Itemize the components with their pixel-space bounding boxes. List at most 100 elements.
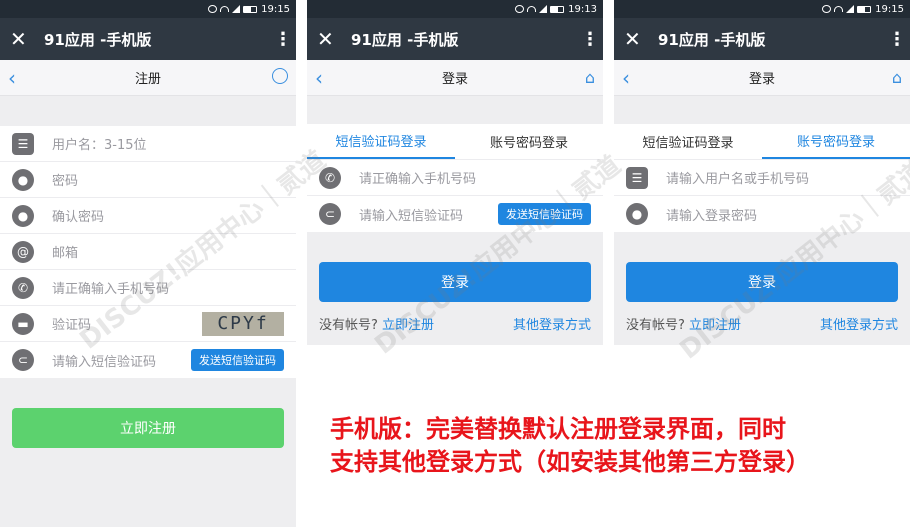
sms-placeholder: 请输入短信验证码 [52, 354, 157, 370]
home-icon[interactable]: ⌂ [880, 68, 902, 87]
tab-sms-login[interactable]: 短信验证码登录 [307, 124, 455, 159]
other-login-link[interactable]: 其他登录方式 [513, 314, 591, 333]
battery-icon [243, 5, 258, 13]
close-icon[interactable]: ✕ [317, 27, 351, 51]
status-icons [822, 5, 872, 13]
nav-bar: ‹ 注册 [0, 60, 296, 96]
login-account-form: ☰ 请输入用户名或手机号码 ● 请输入登录密码 [614, 160, 910, 232]
no-account-text: 没有帐号? [626, 318, 685, 333]
toggle-icon: ⊂ [12, 349, 34, 371]
send-sms-button[interactable]: 发送短信验证码 [498, 203, 591, 225]
status-time: 19:15 [261, 3, 290, 15]
tab-sms-login[interactable]: 短信验证码登录 [614, 124, 762, 159]
back-icon[interactable]: ‹ [8, 66, 30, 90]
register-screen: 19:15 ✕ 91应用 -手机版 ⋮ ‹ 注册 ☰ 用户名：3-15位 ● 密… [0, 0, 296, 527]
tab-account-login[interactable]: 账号密码登录 [762, 124, 910, 159]
status-time: 19:13 [568, 3, 597, 15]
register-form: ☰ 用户名：3-15位 ● 密码 ● 确认密码 @ 邮箱 ✆ 请正确输入手机号码… [0, 126, 296, 378]
password-placeholder: 密码 [52, 174, 79, 189]
nav-bar: ‹ 登录 ⌂ [307, 60, 603, 96]
captcha-placeholder: 验证码 [52, 318, 92, 333]
back-icon[interactable]: ‹ [622, 66, 644, 90]
password-field[interactable]: ● 请输入登录密码 [614, 196, 910, 232]
close-icon[interactable]: ✕ [10, 27, 44, 51]
status-icons [515, 5, 565, 13]
promo-caption: 手机版：完美替换默认注册登录界面，同时 支持其他登录方式（如安装其他第三方登录） [330, 413, 810, 479]
battery-icon [550, 5, 565, 13]
login-sms-form: ✆ 请正确输入手机号码 ⊂ 请输入短信验证码 发送短信验证码 [307, 160, 603, 232]
login-button[interactable]: 登录 [626, 262, 898, 302]
more-icon[interactable]: ⋮ [274, 29, 292, 50]
caption-line-1: 手机版：完美替换默认注册登录界面，同时 [330, 415, 786, 443]
status-bar: 19:15 [0, 0, 296, 18]
phone-icon: ✆ [319, 166, 341, 189]
nav-bar: ‹ 登录 ⌂ [614, 60, 910, 96]
sms-code-field[interactable]: ⊂ 请输入短信验证码 发送短信验证码 [307, 196, 603, 232]
wifi-icon [834, 6, 844, 12]
password-field[interactable]: ● 密码 [0, 162, 296, 198]
close-icon[interactable]: ✕ [624, 27, 658, 51]
captcha-field[interactable]: ▬ 验证码 CPYf [0, 306, 296, 342]
phone-field[interactable]: ✆ 请正确输入手机号码 [0, 270, 296, 306]
more-icon[interactable]: ⋮ [581, 29, 599, 50]
login-account-screen: 19:15 ✕ 91应用 -手机版 ⋮ ‹ 登录 ⌂ 短信验证码登录 账号密码登… [614, 0, 910, 345]
send-sms-button[interactable]: 发送短信验证码 [191, 349, 284, 371]
wifi-icon [527, 6, 537, 12]
lock-icon: ● [12, 168, 34, 191]
username-placeholder: 请输入用户名或手机号码 [666, 172, 810, 187]
page-title: 登录 [748, 72, 775, 87]
register-link[interactable]: 立即注册 [382, 318, 434, 333]
status-icons [208, 5, 258, 13]
more-icon[interactable]: ⋮ [888, 29, 906, 50]
signal-icon [539, 5, 548, 13]
other-login-link[interactable]: 其他登录方式 [820, 314, 898, 333]
home-icon[interactable]: ⌂ [573, 68, 595, 87]
confirm-password-placeholder: 确认密码 [52, 210, 105, 225]
username-placeholder: 用户名：3-15位 [52, 138, 147, 153]
username-field[interactable]: ☰ 用户名：3-15位 [0, 126, 296, 162]
lock-icon: ● [12, 204, 34, 227]
status-bar: 19:15 [614, 0, 910, 18]
login-links: 没有帐号? 立即注册 其他登录方式 [614, 302, 910, 333]
email-placeholder: 邮箱 [52, 246, 79, 261]
login-links: 没有帐号? 立即注册 其他登录方式 [307, 302, 603, 333]
screenshot-stage: 19:15 ✕ 91应用 -手机版 ⋮ ‹ 注册 ☰ 用户名：3-15位 ● 密… [0, 0, 910, 527]
app-bar: ✕ 91应用 -手机版 ⋮ [307, 18, 603, 60]
tab-account-login[interactable]: 账号密码登录 [455, 124, 603, 159]
username-field[interactable]: ☰ 请输入用户名或手机号码 [614, 160, 910, 196]
battery-icon [857, 5, 872, 13]
back-icon[interactable]: ‹ [315, 66, 337, 90]
signal-icon [846, 5, 855, 13]
at-icon: @ [12, 240, 34, 263]
app-title: 91应用 -手机版 [351, 30, 459, 49]
register-link[interactable]: 立即注册 [689, 318, 741, 333]
phone-icon: ✆ [12, 276, 34, 299]
login-button[interactable]: 登录 [319, 262, 591, 302]
app-title: 91应用 -手机版 [658, 30, 766, 49]
login-tabs: 短信验证码登录 账号密码登录 [614, 124, 910, 160]
chat-bubble-icon: ▬ [12, 312, 34, 335]
sms-code-field[interactable]: ⊂ 请输入短信验证码 发送短信验证码 [0, 342, 296, 378]
confirm-password-field[interactable]: ● 确认密码 [0, 198, 296, 234]
page-title: 登录 [441, 72, 468, 87]
page-title: 注册 [134, 72, 161, 87]
app-bar: ✕ 91应用 -手机版 ⋮ [0, 18, 296, 60]
phone-placeholder: 请正确输入手机号码 [359, 172, 477, 187]
password-placeholder: 请输入登录密码 [666, 208, 758, 224]
phone-placeholder: 请正确输入手机号码 [52, 282, 170, 297]
sms-placeholder: 请输入短信验证码 [359, 208, 464, 224]
user-icon[interactable] [266, 67, 288, 88]
no-account-text: 没有帐号? [319, 318, 378, 333]
alarm-icon [515, 5, 525, 13]
email-field[interactable]: @ 邮箱 [0, 234, 296, 270]
phone-field[interactable]: ✆ 请正确输入手机号码 [307, 160, 603, 196]
status-time: 19:15 [875, 3, 904, 15]
id-card-icon: ☰ [12, 132, 34, 155]
id-card-icon: ☰ [626, 166, 648, 189]
captcha-image[interactable]: CPYf [202, 311, 284, 336]
caption-line-2: 支持其他登录方式（如安装其他第三方登录） [330, 448, 810, 476]
app-bar: ✕ 91应用 -手机版 ⋮ [614, 18, 910, 60]
alarm-icon [822, 5, 832, 13]
register-button[interactable]: 立即注册 [12, 408, 284, 448]
login-sms-screen: 19:13 ✕ 91应用 -手机版 ⋮ ‹ 登录 ⌂ 短信验证码登录 账号密码登… [307, 0, 603, 345]
